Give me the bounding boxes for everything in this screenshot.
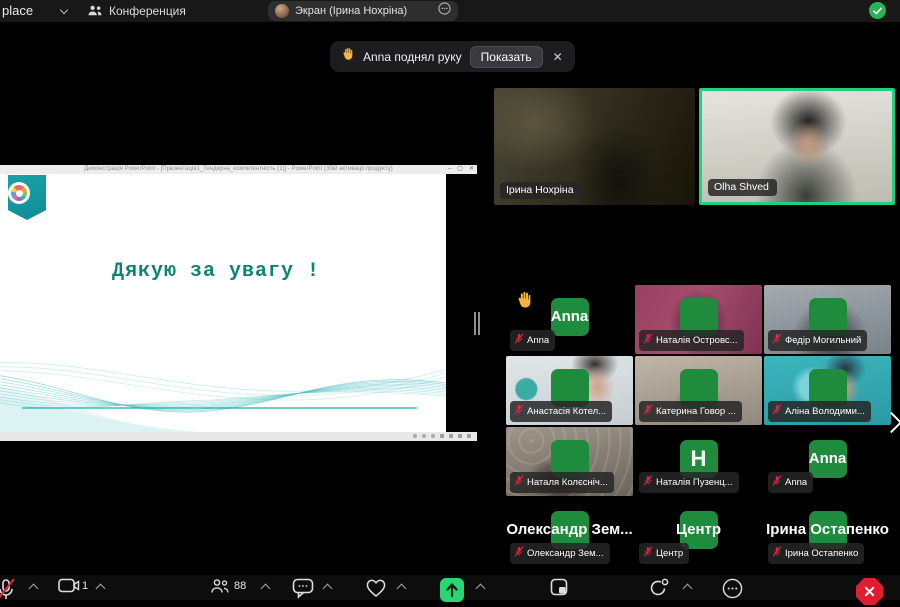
raised-hand-toast: Anna поднял руку Показать ✕ bbox=[330, 41, 575, 72]
muted-mic-icon bbox=[514, 473, 524, 491]
participant-tile[interactable]: Федір Могильний bbox=[764, 285, 891, 354]
more-button[interactable] bbox=[722, 578, 743, 604]
ppt-titlebar: Демонстрація PowerPoint - [Презентація1_… bbox=[0, 165, 477, 174]
participant-name-label: Olha Shved bbox=[708, 179, 777, 196]
participant-name-label: Наталя Колєсніч... bbox=[510, 472, 614, 494]
participant-tile[interactable]: Олександр Зем... Олександр Зем... bbox=[506, 498, 633, 567]
participant-tile[interactable]: Катерина Говор ... bbox=[635, 356, 762, 425]
participant-tile-olha-shved-active-speaker[interactable]: Olha Shved bbox=[699, 88, 895, 205]
participant-name-label: Центр bbox=[639, 543, 689, 565]
camera-button[interactable] bbox=[58, 578, 80, 599]
conference-label[interactable]: Конференция bbox=[109, 0, 186, 22]
participant-name-label: Наталія Пузенц... bbox=[639, 472, 739, 494]
mic-muted-button[interactable] bbox=[0, 578, 16, 607]
connection-ok-icon bbox=[869, 2, 886, 19]
share-chevron-icon[interactable] bbox=[476, 584, 486, 594]
muted-mic-icon bbox=[772, 473, 782, 491]
screen-share-tab-label: Экран (Ірина Нохріна) bbox=[295, 5, 432, 17]
show-button[interactable]: Показать bbox=[470, 46, 543, 68]
windows-button[interactable] bbox=[550, 578, 570, 603]
ppt-window-title: Демонстрація PowerPoint - [Презентація1_… bbox=[0, 165, 477, 174]
camera-count: 1 bbox=[82, 580, 88, 592]
participant-name-label: Катерина Говор ... bbox=[639, 401, 742, 423]
participant-tile[interactable]: Ірина Остапенко Ірина Остапенко bbox=[764, 498, 891, 567]
participant-tile[interactable]: Anna Anna bbox=[506, 285, 633, 354]
workspace-menu[interactable]: place bbox=[2, 0, 33, 22]
minimize-icon: – bbox=[448, 165, 451, 174]
slide-logo-emblem bbox=[8, 182, 30, 204]
muted-mic-icon bbox=[514, 544, 524, 562]
apps-chevron-icon[interactable] bbox=[683, 584, 693, 594]
participant-name-label: Анастасія Котел... bbox=[510, 401, 612, 423]
leave-call-button[interactable] bbox=[856, 578, 883, 605]
participant-tile[interactable]: Аліна Володими... bbox=[764, 356, 891, 425]
mic-options-chevron-icon[interactable] bbox=[29, 584, 39, 594]
top-bar: place Конференция Экран (Ірина Нохріна) bbox=[0, 0, 900, 22]
participant-name-label: Наталія Островс... bbox=[639, 330, 744, 352]
participant-tile[interactable]: H Наталія Пузенц... bbox=[635, 427, 762, 496]
apps-icon[interactable] bbox=[648, 578, 670, 603]
participant-name-label: Ірина Нохріна bbox=[500, 182, 582, 199]
close-icon[interactable]: ✕ bbox=[551, 50, 565, 64]
participant-tile-irina-nokhrina[interactable]: Ірина Нохріна bbox=[494, 88, 695, 205]
screen-share-tab[interactable]: Экран (Ірина Нохріна) bbox=[268, 1, 458, 21]
raised-hand-icon bbox=[340, 46, 355, 67]
chevron-down-icon[interactable] bbox=[60, 6, 68, 14]
participant-tile[interactable]: Центр Центр bbox=[635, 498, 762, 567]
participant-tile[interactable]: Anna Anna bbox=[764, 427, 891, 496]
chat-chevron-icon[interactable] bbox=[323, 584, 333, 594]
shared-slide: Дякую за увагу ! bbox=[0, 174, 446, 432]
muted-mic-icon bbox=[772, 331, 782, 349]
participant-name-label: Anna bbox=[510, 330, 555, 352]
ppt-window-controls: – ▢ ✕ bbox=[448, 165, 474, 174]
muted-mic-icon bbox=[772, 402, 782, 420]
conference-people-icon bbox=[87, 4, 103, 22]
muted-mic-icon bbox=[643, 473, 653, 491]
ppt-statusbar bbox=[0, 432, 477, 441]
panel-resize-handle[interactable] bbox=[474, 312, 480, 335]
participant-tile[interactable]: Анастасія Котел... bbox=[506, 356, 633, 425]
muted-mic-icon bbox=[514, 331, 524, 349]
participant-name-label: Anna bbox=[768, 472, 813, 494]
participant-tile[interactable]: Наталія Островс... bbox=[635, 285, 762, 354]
muted-mic-icon bbox=[643, 331, 653, 349]
reactions-chevron-icon[interactable] bbox=[397, 584, 407, 594]
participant-name-label: Ірина Остапенко bbox=[768, 543, 864, 565]
participants-chevron-icon[interactable] bbox=[261, 584, 271, 594]
muted-mic-icon bbox=[643, 402, 653, 420]
slideshow-controls bbox=[413, 434, 471, 438]
wave-decoration bbox=[0, 355, 446, 432]
participants-count: 88 bbox=[234, 580, 246, 592]
reactions-heart-button[interactable] bbox=[365, 578, 387, 603]
participants-button[interactable] bbox=[210, 578, 230, 599]
close-icon: ✕ bbox=[469, 165, 474, 174]
avatar bbox=[275, 4, 289, 18]
bottom-toolbar: 1 88 bbox=[0, 575, 900, 600]
toast-message: Anna поднял руку bbox=[363, 50, 462, 64]
camera-options-chevron-icon[interactable] bbox=[96, 584, 106, 594]
slide-title-text: Дякую за увагу ! bbox=[112, 260, 320, 283]
muted-mic-icon bbox=[514, 402, 524, 420]
participant-name-label: Федір Могильний bbox=[768, 330, 867, 352]
maximize-icon: ▢ bbox=[457, 165, 463, 174]
muted-mic-icon bbox=[643, 544, 653, 562]
muted-mic-icon bbox=[772, 544, 782, 562]
participant-name-label: Аліна Володими... bbox=[768, 401, 871, 423]
participant-tile[interactable]: Наталя Колєсніч... bbox=[506, 427, 633, 496]
tab-more-icon[interactable] bbox=[438, 2, 451, 20]
participant-name-label: Олександр Зем... bbox=[510, 543, 610, 565]
share-screen-button[interactable] bbox=[440, 578, 464, 602]
chat-button[interactable] bbox=[292, 578, 315, 604]
participants-grid: Anna Anna Наталія Островс... bbox=[506, 285, 891, 567]
